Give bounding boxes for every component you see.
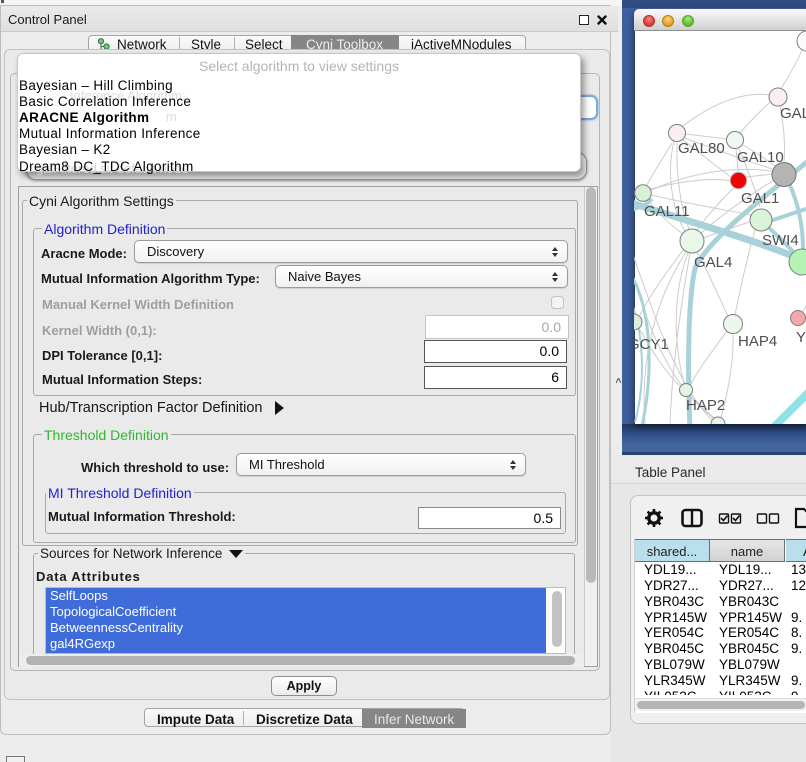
svg-text:GAL11: GAL11 <box>644 203 690 220</box>
svg-text:Y: Y <box>796 329 806 346</box>
svg-text:GAL7: GAL7 <box>780 105 806 122</box>
svg-text:GCY1: GCY1 <box>634 336 669 353</box>
svg-text:GAL1: GAL1 <box>741 190 779 207</box>
svg-text:GAL10: GAL10 <box>737 149 784 166</box>
svg-text:SWI4: SWI4 <box>762 232 799 249</box>
svg-text:GAL4: GAL4 <box>694 254 732 271</box>
svg-text:HAP4: HAP4 <box>738 333 777 350</box>
svg-text:GAL80: GAL80 <box>678 140 725 157</box>
svg-text:HAP2: HAP2 <box>686 397 725 414</box>
